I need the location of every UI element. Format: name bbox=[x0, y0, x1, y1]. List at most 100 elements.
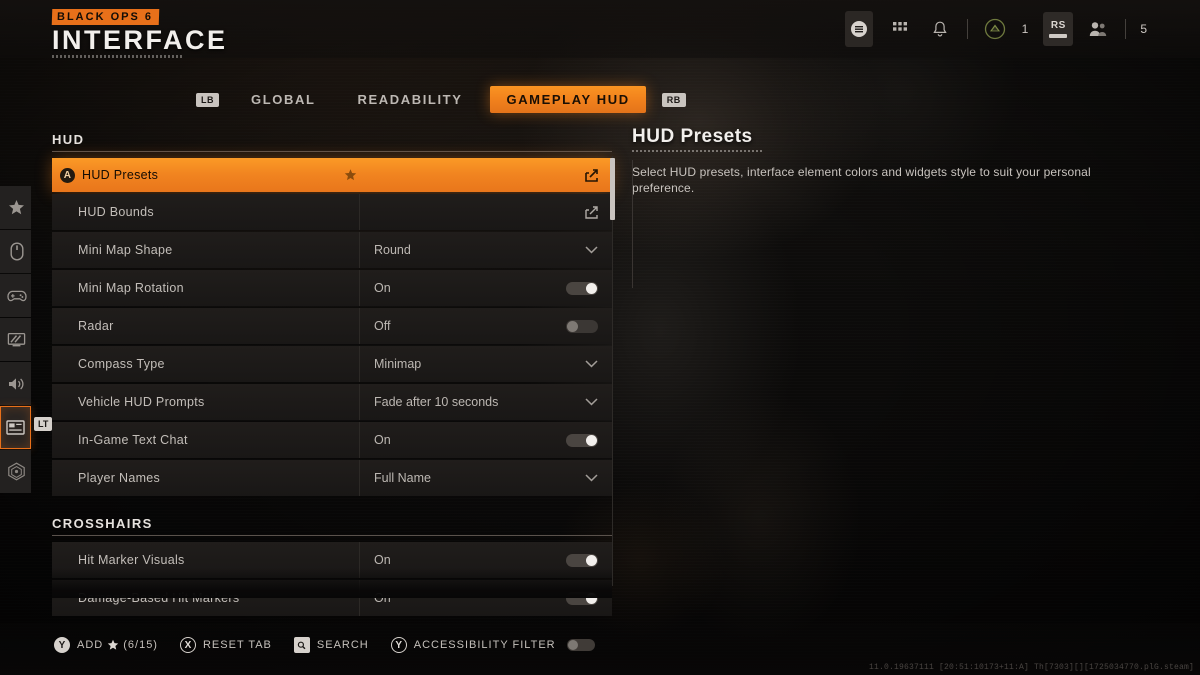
tab-gameplay-hud[interactable]: GAMEPLAY HUD bbox=[490, 86, 646, 113]
setting-value: On bbox=[374, 433, 391, 447]
setting-label: Hit Marker Visuals bbox=[78, 553, 185, 567]
footer-hint-label: SEARCH bbox=[316, 639, 369, 651]
section-divider bbox=[52, 151, 612, 152]
lb-bumper-hint[interactable]: LB bbox=[196, 92, 219, 107]
setting-label: Damage-Based Hit Markers bbox=[78, 591, 240, 605]
rb-bumper-hint[interactable]: RB bbox=[661, 92, 686, 107]
chevron-down-icon[interactable] bbox=[585, 474, 598, 482]
row-value-group: On bbox=[360, 270, 612, 306]
favorite-star-icon[interactable] bbox=[344, 169, 357, 182]
y-button-icon: Y bbox=[54, 637, 70, 653]
sidebar-item-audio[interactable] bbox=[0, 362, 31, 405]
settings-list: HUD A HUD Presets HUD Bounds Mini Map Sh… bbox=[52, 132, 612, 618]
speaker-icon bbox=[7, 376, 26, 392]
setting-row-vehicle-hud-prompts[interactable]: Vehicle HUD Prompts Fade after 10 second… bbox=[52, 384, 612, 420]
toggle-switch[interactable] bbox=[566, 433, 598, 447]
toggle-switch[interactable] bbox=[566, 281, 598, 295]
external-link-icon[interactable] bbox=[585, 205, 598, 219]
rs-hint-label: RS bbox=[1050, 20, 1066, 31]
row-label-group: Compass Type bbox=[52, 346, 360, 382]
toggle-switch[interactable] bbox=[566, 591, 598, 605]
sidebar-item-controller[interactable] bbox=[0, 274, 31, 317]
row-value-group: On bbox=[360, 422, 612, 458]
party-count: 5 bbox=[1140, 22, 1148, 36]
setting-label: Compass Type bbox=[78, 357, 165, 371]
row-value-group: Round bbox=[360, 232, 612, 268]
accessibility-filter-toggle[interactable] bbox=[566, 639, 595, 651]
setting-row-hit-marker-visuals[interactable]: Hit Marker Visuals On bbox=[52, 542, 612, 578]
setting-row-damage-based-hit-markers[interactable]: Damage-Based Hit Markers On bbox=[52, 580, 612, 616]
page-title: INTERFACE bbox=[52, 25, 228, 55]
setting-row-player-names[interactable]: Player Names Full Name bbox=[52, 460, 612, 496]
bell-icon[interactable] bbox=[927, 16, 953, 42]
star-icon bbox=[107, 639, 119, 651]
rs-button-hint[interactable]: RS bbox=[1043, 12, 1074, 46]
footer-hint-label: ADD bbox=[77, 639, 104, 651]
sidebar-item-mouse-keyboard[interactable] bbox=[0, 230, 31, 273]
external-link-icon[interactable] bbox=[585, 168, 598, 182]
chevron-down-icon[interactable] bbox=[585, 360, 598, 368]
logo-block: BLACK OPS 6 INTERFACE bbox=[51, 7, 228, 58]
section-title-crosshairs: CROSSHAIRS bbox=[52, 516, 153, 531]
row-label-group: Vehicle HUD Prompts bbox=[52, 384, 360, 420]
section-divider bbox=[52, 535, 612, 536]
currency-value: 1 bbox=[1021, 22, 1030, 36]
gamepad-icon bbox=[6, 289, 27, 303]
row-value-group: On bbox=[360, 542, 612, 578]
setting-label: Vehicle HUD Prompts bbox=[78, 395, 205, 409]
sidebar-item-favorites[interactable] bbox=[0, 186, 31, 229]
scrollbar-track[interactable] bbox=[612, 156, 613, 586]
tab-bar: LB GLOBAL READABILITY GAMEPLAY HUD RB bbox=[196, 86, 686, 113]
setting-row-mini-map-shape[interactable]: Mini Map Shape Round bbox=[52, 232, 612, 268]
chevron-down-icon[interactable] bbox=[585, 398, 598, 406]
row-label-group: Damage-Based Hit Markers bbox=[52, 580, 360, 616]
toggle-switch[interactable] bbox=[566, 319, 598, 333]
setting-row-hud-presets[interactable]: A HUD Presets bbox=[52, 158, 612, 192]
footer-hint-count: (6/15) bbox=[123, 639, 158, 651]
mouse-icon bbox=[10, 242, 24, 261]
tab-readability[interactable]: READABILITY bbox=[343, 86, 476, 113]
row-value-group: On bbox=[360, 580, 612, 616]
setting-label: In-Game Text Chat bbox=[78, 433, 188, 447]
grid-apps-icon[interactable] bbox=[887, 16, 913, 42]
footer-hint-reset-tab[interactable]: X RESET TAB bbox=[179, 637, 272, 653]
hamburger-menu-icon[interactable] bbox=[844, 11, 873, 47]
row-label-group: A HUD Presets bbox=[52, 158, 360, 192]
setting-value: Full Name bbox=[374, 471, 431, 485]
party-members-icon[interactable] bbox=[1085, 16, 1111, 42]
row-label-group: Mini Map Shape bbox=[52, 232, 360, 268]
scrollbar-thumb[interactable] bbox=[610, 158, 615, 220]
row-value-group bbox=[360, 158, 612, 192]
divider bbox=[1125, 19, 1127, 39]
row-label-group: In-Game Text Chat bbox=[52, 422, 360, 458]
chevron-down-icon[interactable] bbox=[585, 246, 598, 254]
lt-bumper-hint[interactable]: LT bbox=[34, 417, 53, 431]
logo-underline-streak bbox=[52, 55, 182, 58]
toggle-switch[interactable] bbox=[566, 553, 598, 567]
cod-points-icon[interactable] bbox=[982, 16, 1008, 42]
footer-hint-search[interactable]: SEARCH bbox=[293, 637, 369, 653]
footer-hints: Y ADD (6/15) X RESET TAB SEARCH Y ACCESS… bbox=[54, 637, 595, 653]
footer-hint-add-favorite[interactable]: Y ADD (6/15) bbox=[54, 637, 158, 653]
setting-row-hud-bounds[interactable]: HUD Bounds bbox=[52, 194, 612, 230]
footer-hint-label: RESET TAB bbox=[202, 639, 272, 651]
detail-underline bbox=[632, 150, 762, 152]
setting-value: Round bbox=[374, 243, 411, 257]
setting-row-compass-type[interactable]: Compass Type Minimap bbox=[52, 346, 612, 382]
build-version-string: 11.0.19637111 [20:51:10173+11:A] Th[7303… bbox=[868, 663, 1194, 672]
sidebar-item-interface[interactable]: LT bbox=[0, 406, 53, 449]
tab-global[interactable]: GLOBAL bbox=[237, 86, 329, 113]
row-label-group: Player Names bbox=[52, 460, 360, 496]
setting-row-in-game-text-chat[interactable]: In-Game Text Chat On bbox=[52, 422, 612, 458]
row-value-group: Minimap bbox=[360, 346, 612, 382]
monitor-icon bbox=[7, 332, 26, 348]
setting-row-radar[interactable]: Radar Off bbox=[52, 308, 612, 344]
setting-value: Minimap bbox=[374, 357, 422, 371]
setting-label: Player Names bbox=[78, 471, 161, 485]
sidebar-item-graphics[interactable] bbox=[0, 318, 31, 361]
sidebar-item-accessibility[interactable] bbox=[0, 450, 31, 493]
setting-label: HUD Presets bbox=[82, 168, 159, 182]
setting-row-mini-map-rotation[interactable]: Mini Map Rotation On bbox=[52, 270, 612, 306]
detail-description: Select HUD presets, interface element co… bbox=[632, 165, 1091, 195]
footer-hint-accessibility-filter[interactable]: Y ACCESSIBILITY FILTER bbox=[390, 637, 595, 653]
